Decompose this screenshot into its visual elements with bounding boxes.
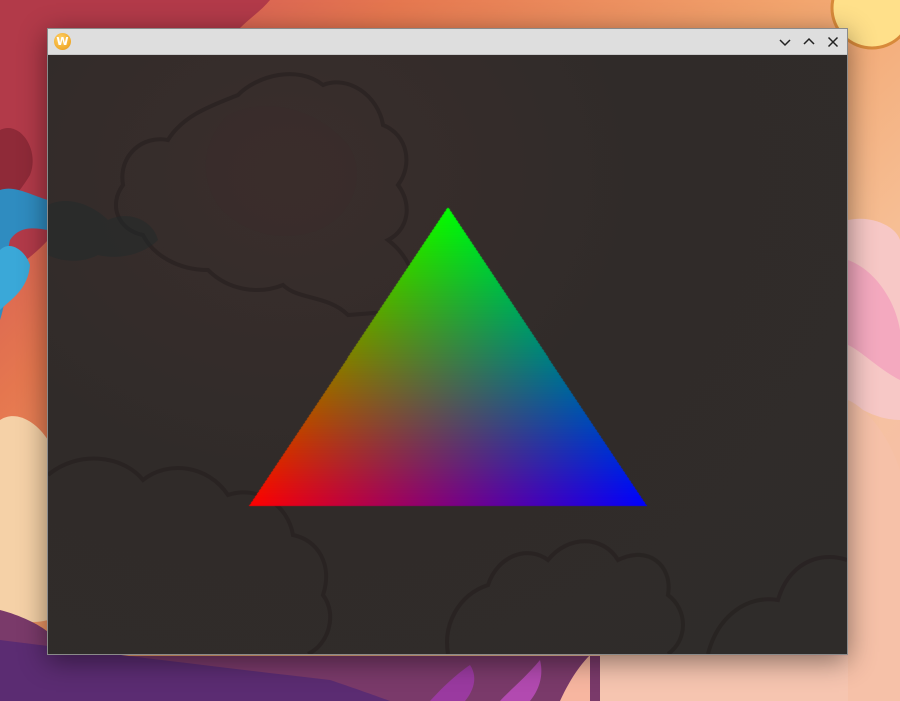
wayland-icon: W: [54, 33, 71, 50]
maximize-button[interactable]: [799, 32, 819, 52]
window-client-area[interactable]: [48, 55, 847, 654]
app-window: W: [47, 28, 848, 655]
rgb-triangle: [48, 55, 847, 654]
minimize-button[interactable]: [775, 32, 795, 52]
close-button[interactable]: [823, 32, 843, 52]
chevron-up-icon: [803, 37, 815, 45]
chevron-down-icon: [779, 39, 791, 47]
window-titlebar[interactable]: W: [48, 29, 847, 55]
close-icon: [827, 36, 839, 48]
